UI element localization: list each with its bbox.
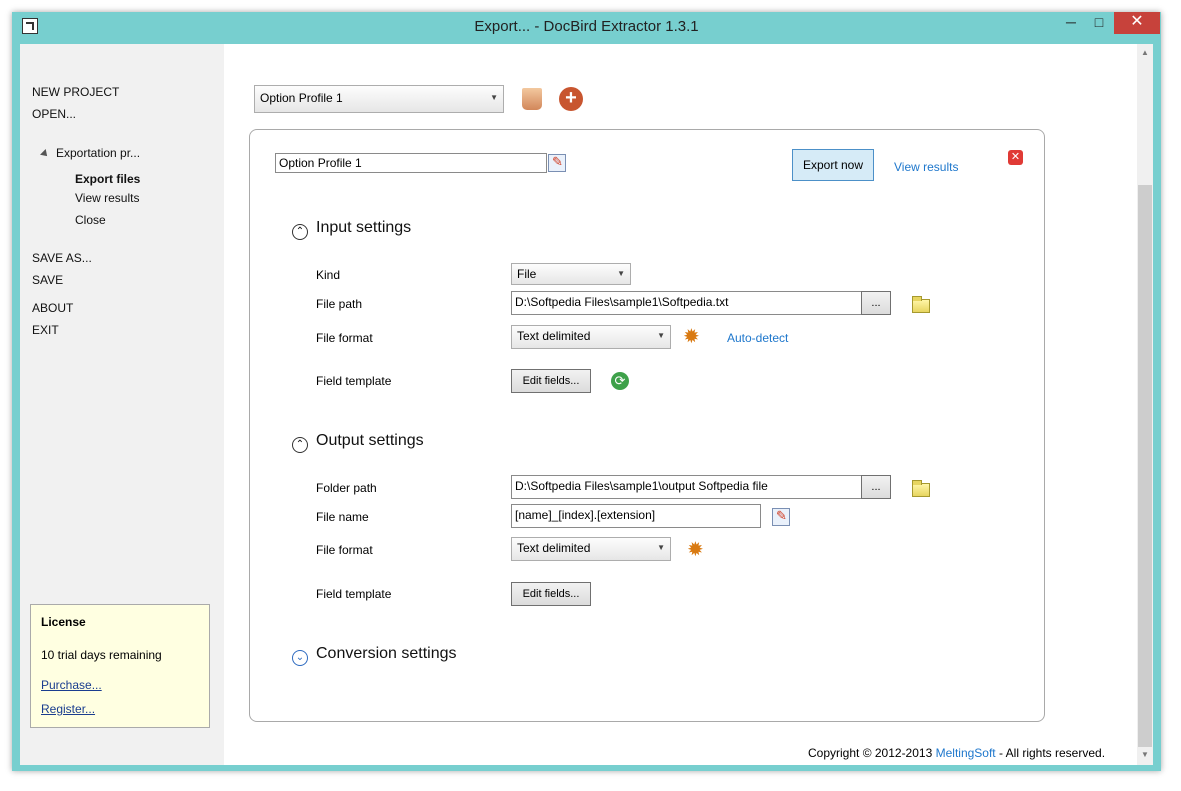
- profile-dropdown-value: Option Profile 1: [260, 91, 343, 105]
- conversion-settings-title: Conversion settings: [316, 645, 457, 662]
- output-file-format-label: File format: [316, 543, 373, 557]
- chevron-down-icon: ▼: [657, 331, 665, 340]
- chevron-down-icon: ▼: [657, 543, 665, 552]
- file-name-input[interactable]: [name]_[index].[extension]: [511, 504, 761, 528]
- main-content: Option Profile 1 ▼ + Option Profile 1 Ex…: [224, 44, 1137, 765]
- output-file-format-dropdown[interactable]: Text delimited ▼: [511, 537, 671, 561]
- profile-dropdown[interactable]: Option Profile 1 ▼: [254, 85, 504, 113]
- export-now-button[interactable]: Export now: [792, 149, 874, 181]
- chevron-down-icon: ▼: [617, 269, 625, 278]
- minimize-button[interactable]: ─: [1058, 12, 1084, 34]
- auto-detect-link[interactable]: Auto-detect: [727, 331, 788, 345]
- gear-icon[interactable]: ✹: [683, 327, 700, 347]
- conversion-settings-header[interactable]: ⌄ Conversion settings: [292, 645, 457, 666]
- scroll-down-icon[interactable]: ▼: [1137, 750, 1153, 759]
- vertical-scrollbar[interactable]: ▲ ▼: [1137, 44, 1153, 765]
- tree-expand-icon[interactable]: [40, 149, 50, 159]
- folder-path-input[interactable]: D:\Softpedia Files\sample1\output Softpe…: [511, 475, 862, 499]
- window-title: Export... - DocBird Extractor 1.3.1: [474, 18, 699, 35]
- sidebar-tree-view-results[interactable]: View results: [75, 191, 139, 205]
- app-window: Export... - DocBird Extractor 1.3.1 ─ □ …: [12, 12, 1161, 771]
- sidebar-tree-close[interactable]: Close: [75, 213, 106, 227]
- scroll-up-icon[interactable]: ▲: [1137, 48, 1153, 57]
- output-field-template-label: Field template: [316, 587, 392, 601]
- folder-icon[interactable]: [912, 480, 930, 497]
- output-edit-fields-button[interactable]: Edit fields...: [511, 582, 591, 606]
- file-name-label: File name: [316, 510, 369, 524]
- chevron-up-icon: ⌃: [292, 437, 308, 453]
- input-file-format-dropdown[interactable]: Text delimited ▼: [511, 325, 671, 349]
- chevron-down-icon: ▼: [490, 93, 498, 102]
- company-link[interactable]: MeltingSoft: [936, 746, 996, 760]
- sidebar-save-as[interactable]: SAVE AS...: [32, 251, 92, 265]
- copyright-text: Copyright © 2012-2013: [808, 746, 933, 760]
- delete-profile-icon[interactable]: [522, 88, 542, 110]
- gear-icon[interactable]: ✹: [687, 540, 704, 560]
- output-settings-header[interactable]: ⌃ Output settings: [292, 432, 424, 453]
- scrollbar-thumb[interactable]: [1138, 185, 1152, 747]
- browse-file-button[interactable]: ...: [861, 291, 891, 315]
- footer: Copyright © 2012-2013 MeltingSoft - All …: [808, 746, 1105, 760]
- sidebar-exit[interactable]: EXIT: [32, 323, 59, 337]
- input-file-format-value: Text delimited: [517, 329, 591, 343]
- file-path-label: File path: [316, 297, 363, 311]
- output-settings-title: Output settings: [316, 432, 424, 449]
- folder-path-label: Folder path: [316, 481, 377, 495]
- profile-name-input[interactable]: Option Profile 1: [275, 153, 547, 173]
- chevron-up-icon: ⌃: [292, 224, 308, 240]
- sidebar-tree-export-files[interactable]: Export files: [75, 172, 140, 186]
- add-profile-icon[interactable]: +: [559, 87, 583, 111]
- purchase-link[interactable]: Purchase...: [41, 678, 102, 692]
- rights-text: - All rights reserved.: [998, 746, 1106, 760]
- file-path-input[interactable]: D:\Softpedia Files\sample1\Softpedia.txt: [511, 291, 862, 315]
- view-results-link[interactable]: View results: [894, 160, 958, 174]
- field-template-label: Field template: [316, 374, 392, 388]
- kind-dropdown[interactable]: File ▼: [511, 263, 631, 285]
- sidebar-about[interactable]: ABOUT: [32, 301, 73, 315]
- kind-label: Kind: [316, 268, 341, 282]
- input-settings-header[interactable]: ⌃ Input settings: [292, 219, 411, 240]
- output-file-format-value: Text delimited: [517, 541, 591, 555]
- sidebar-new-project[interactable]: NEW PROJECT: [32, 85, 119, 99]
- title-bar[interactable]: Export... - DocBird Extractor 1.3.1 ─ □ …: [12, 12, 1161, 44]
- input-settings-title: Input settings: [316, 219, 412, 236]
- maximize-button[interactable]: □: [1086, 12, 1112, 34]
- file-format-label: File format: [316, 331, 373, 345]
- close-panel-icon[interactable]: ✕: [1008, 150, 1023, 165]
- browse-folder-button[interactable]: ...: [861, 475, 891, 499]
- input-edit-fields-button[interactable]: Edit fields...: [511, 369, 591, 393]
- sidebar-tree-exportation[interactable]: Exportation pr...: [56, 146, 140, 160]
- folder-icon[interactable]: [912, 296, 930, 313]
- refresh-icon[interactable]: ⟳: [611, 372, 629, 390]
- chevron-down-icon: ⌄: [292, 650, 308, 666]
- close-window-button[interactable]: ✕: [1114, 12, 1160, 34]
- client-area: NEW PROJECT OPEN... Exportation pr... Ex…: [20, 44, 1153, 765]
- kind-value: File: [517, 267, 537, 281]
- register-link[interactable]: Register...: [41, 702, 95, 716]
- profile-panel: Option Profile 1 Export now View results…: [249, 129, 1045, 722]
- sidebar: NEW PROJECT OPEN... Exportation pr... Ex…: [20, 44, 224, 765]
- edit-file-name-icon[interactable]: [772, 508, 790, 526]
- sidebar-save[interactable]: SAVE: [32, 273, 63, 287]
- license-box: License 10 trial days remaining Purchase…: [30, 604, 210, 728]
- sidebar-open[interactable]: OPEN...: [32, 107, 76, 121]
- license-trial-text: 10 trial days remaining: [41, 648, 162, 662]
- license-title: License: [41, 615, 86, 629]
- edit-profile-name-icon[interactable]: [548, 154, 566, 172]
